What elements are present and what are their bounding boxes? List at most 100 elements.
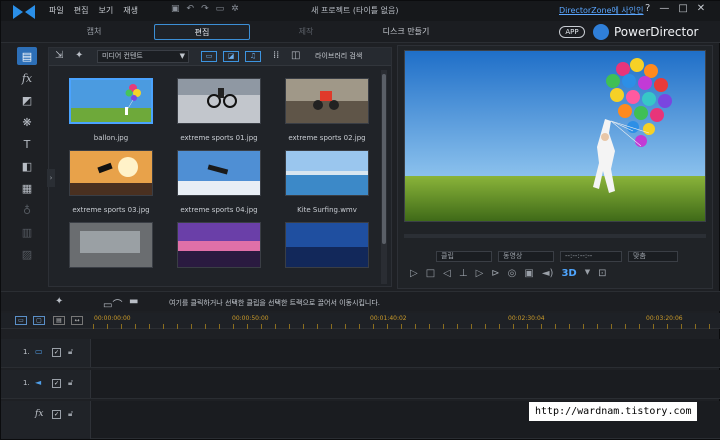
snapshot-icon[interactable]: ◎	[508, 268, 517, 279]
media-item[interactable]	[273, 214, 379, 278]
previous-frame-icon[interactable]: ◁	[443, 268, 451, 279]
close-button[interactable]: ✕	[697, 3, 705, 14]
tab-edit[interactable]: 편집	[154, 24, 250, 40]
media-caption: extreme sports 01.jpg	[180, 134, 258, 142]
storyboard-view-icon[interactable]: ▢	[33, 316, 45, 325]
view-options-icon[interactable]: ◫	[291, 50, 300, 61]
library-scrollbar[interactable]	[381, 70, 387, 284]
media-room-icon[interactable]: ▤	[17, 47, 37, 65]
window-controls: ? — □ ✕	[645, 3, 705, 14]
timeline-toolbar: ✦ ▭⌒ ▬ 여기를 클릭하거나 선택한 클립을 선택한 트랙으로 끌어서 이동…	[1, 291, 720, 311]
chapter-room-icon[interactable]: ▥	[17, 223, 37, 241]
menu-file[interactable]: 파일	[49, 5, 64, 16]
media-item[interactable]	[57, 214, 165, 278]
play-icon[interactable]: ▷	[410, 268, 418, 279]
timeline-hint: 여기를 클릭하거나 선택한 클립을 선택한 트랙으로 끌어서 이동시킵니다.	[169, 299, 380, 307]
media-grid: ballon.jpg extreme sports 01.jpg extreme…	[49, 70, 379, 286]
timeline-view-icon[interactable]: ▭	[15, 316, 27, 325]
lock-icon[interactable]: 🔓︎	[68, 409, 73, 419]
volume-icon[interactable]: ◄)	[542, 268, 554, 279]
library-collapse-handle[interactable]: ›	[47, 169, 55, 187]
track-body[interactable]	[92, 370, 720, 398]
media-item[interactable]: extreme sports 04.jpg	[165, 142, 273, 214]
audio-tools-icon[interactable]: ▬	[129, 296, 138, 307]
chevron-down-icon[interactable]: ▼	[585, 268, 590, 279]
magic-tools-icon[interactable]: ✦	[55, 296, 63, 307]
track-enable-checkbox[interactable]: ✓	[52, 410, 61, 419]
menu-playback[interactable]: 재생	[123, 5, 138, 16]
fit-dropdown[interactable]: 맞춤	[628, 251, 678, 262]
fast-forward-icon[interactable]: ⊳	[491, 268, 499, 279]
timecode-display[interactable]: --:--:--:--	[560, 251, 622, 262]
plugin-icon[interactable]: ✦	[75, 50, 83, 61]
save-icon[interactable]: ▣	[171, 4, 180, 14]
media-item[interactable]: extreme sports 02.jpg	[273, 70, 379, 142]
media-item[interactable]: extreme sports 03.jpg	[57, 142, 165, 214]
tab-capture[interactable]: 캡처	[59, 24, 129, 40]
track-manager-icon[interactable]: ▤	[53, 316, 65, 325]
track-enable-checkbox[interactable]: ✓	[52, 379, 61, 388]
menu-view[interactable]: 보기	[98, 5, 113, 16]
display-options-icon[interactable]: ▣	[524, 268, 533, 279]
view-grid-icon[interactable]: ⁞⁞	[273, 50, 279, 61]
menu-bar: 파일 편집 보기 재생	[49, 5, 138, 16]
title-room-icon[interactable]: T	[17, 135, 37, 153]
tab-produce[interactable]: 제작	[271, 24, 341, 40]
media-item[interactable]	[165, 214, 273, 278]
clip-mode-button[interactable]: 클립	[436, 251, 492, 262]
speaker-icon: ◄	[35, 378, 42, 387]
split-icon[interactable]: ⊥	[459, 268, 468, 279]
filter-image-icon[interactable]: ◪	[223, 51, 239, 62]
menu-edit[interactable]: 편집	[74, 5, 89, 16]
track-label: 1.	[23, 348, 30, 356]
clip-tools-icon[interactable]: ▭⌒	[103, 296, 122, 311]
stop-icon[interactable]: □	[426, 268, 435, 279]
powerdirector-window: 파일 편집 보기 재생 ▣ ↶ ↷ ▭ ✲ 새 프로젝트 (타이틀 없음) Di…	[0, 0, 720, 440]
track-body[interactable]	[92, 339, 720, 367]
media-item[interactable]: ballon.jpg	[57, 70, 165, 142]
preview-seek-bar[interactable]	[404, 234, 706, 238]
lock-icon[interactable]: 🔓︎	[68, 378, 73, 388]
library-scrollbar-thumb[interactable]	[382, 74, 386, 244]
preview-screen[interactable]	[404, 50, 706, 222]
library-search[interactable]: 라이브러리 검색	[315, 51, 362, 61]
3d-mode-button[interactable]: 3D	[561, 268, 576, 279]
track-header: fx ✓ 🔓︎	[1, 401, 91, 439]
filter-video-icon[interactable]: ▭	[201, 51, 217, 62]
media-thumbnail	[177, 78, 261, 124]
lock-icon[interactable]: 🔓︎	[68, 347, 73, 357]
audio-mixing-icon[interactable]: ▦	[17, 179, 37, 197]
undock-preview-icon[interactable]: ⊡	[598, 268, 606, 279]
chevron-down-icon: ▼	[179, 52, 185, 60]
next-frame-icon[interactable]: ▷	[476, 268, 484, 279]
track-enable-checkbox[interactable]: ✓	[52, 348, 61, 357]
gear-icon[interactable]: ✲	[231, 4, 239, 14]
filter-audio-icon[interactable]: ♫	[245, 51, 261, 62]
content-dropdown[interactable]: 미디어 컨텐트 ▼	[97, 50, 189, 63]
redo-icon[interactable]: ↷	[201, 4, 209, 14]
fx-room-icon[interactable]: fx	[17, 69, 37, 87]
help-button[interactable]: ?	[645, 3, 650, 14]
transition-room-icon[interactable]: ◧	[17, 157, 37, 175]
app-button[interactable]: APP	[559, 26, 585, 38]
ruler-ticks[interactable]	[93, 324, 713, 329]
import-icon[interactable]: ⇲	[55, 50, 63, 61]
pip-room-icon[interactable]: ◩	[17, 91, 37, 109]
maximize-button[interactable]: □	[678, 3, 687, 14]
timeline-ruler: ▭ ▢ ▤ ↔ 00:00:00:00 00:00:50:00 00:01:40…	[1, 313, 720, 329]
undo-icon[interactable]: ↶	[187, 4, 195, 14]
movie-mode-button[interactable]: 동영상	[498, 251, 554, 262]
media-item[interactable]: Kite Surfing.wmv	[273, 142, 379, 214]
fit-timeline-icon[interactable]: ↔	[71, 316, 83, 325]
media-thumbnail	[69, 78, 153, 124]
layout-icon[interactable]: ▭	[216, 4, 225, 14]
subtitle-room-icon[interactable]: ▨	[17, 245, 37, 263]
tab-create-disc[interactable]: 디스크 만들기	[371, 24, 441, 40]
microphone-icon[interactable]: ♁	[17, 201, 37, 219]
mode-tabs: 캡처 편집 제작 디스크 만들기 APP PowerDirector	[1, 21, 720, 43]
title-bar: 파일 편집 보기 재생 ▣ ↶ ↷ ▭ ✲ 새 프로젝트 (타이틀 없음) Di…	[1, 1, 720, 21]
particle-room-icon[interactable]: ❋	[17, 113, 37, 131]
directorzone-signin-link[interactable]: DirectorZone에 사인인	[559, 5, 644, 16]
media-item[interactable]: extreme sports 01.jpg	[165, 70, 273, 142]
minimize-button[interactable]: —	[659, 3, 669, 14]
